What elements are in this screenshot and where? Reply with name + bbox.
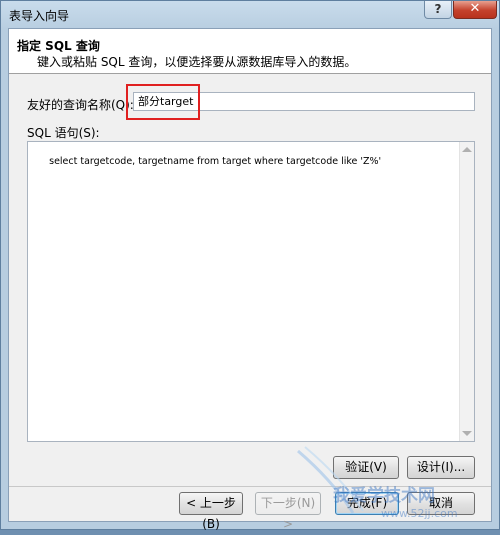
import-wizard-window: 表导入向导 ? ✕ 指定 SQL 查询 键入或粘贴 SQL 查询，以便选择要从源… — [0, 0, 500, 531]
sql-statement-text: select targetcode, targetname from targe… — [49, 156, 382, 167]
design-button[interactable]: 设计(I)... — [407, 456, 475, 479]
finish-button[interactable]: 完成(F) — [335, 492, 399, 515]
scroll-down-arrow-icon[interactable] — [462, 431, 472, 436]
step-title: 指定 SQL 查询 — [17, 39, 100, 53]
wizard-header: 指定 SQL 查询 键入或粘贴 SQL 查询，以便选择要从源数据库导入的数据。 — [9, 29, 491, 74]
wizard-client-area: 指定 SQL 查询 键入或粘贴 SQL 查询，以便选择要从源数据库导入的数据。 … — [8, 28, 492, 531]
help-button[interactable]: ? — [424, 1, 452, 19]
sql-statement-textarea[interactable]: select targetcode, targetname from targe… — [27, 141, 475, 442]
back-button[interactable]: < 上一步(B) — [179, 492, 243, 531]
window-title: 表导入向导 — [9, 9, 70, 23]
sql-statement-label: SQL 语句(S): — [27, 126, 100, 140]
vertical-scrollbar[interactable] — [459, 142, 474, 441]
scroll-up-arrow-icon[interactable] — [462, 147, 472, 152]
step-description: 键入或粘贴 SQL 查询，以便选择要从源数据库导入的数据。 — [37, 55, 357, 69]
title-bar: 表导入向导 ? ✕ — [1, 1, 499, 25]
cancel-button[interactable]: 取消 — [407, 492, 475, 515]
next-button[interactable]: 下一步(N) > — [255, 492, 321, 531]
friendly-name-input[interactable]: 部分target — [133, 92, 475, 111]
friendly-name-label: 友好的查询名称(Q): — [27, 98, 134, 112]
close-button[interactable]: ✕ — [453, 1, 497, 19]
button-separator — [9, 486, 491, 487]
validate-button[interactable]: 验证(V) — [333, 456, 399, 479]
